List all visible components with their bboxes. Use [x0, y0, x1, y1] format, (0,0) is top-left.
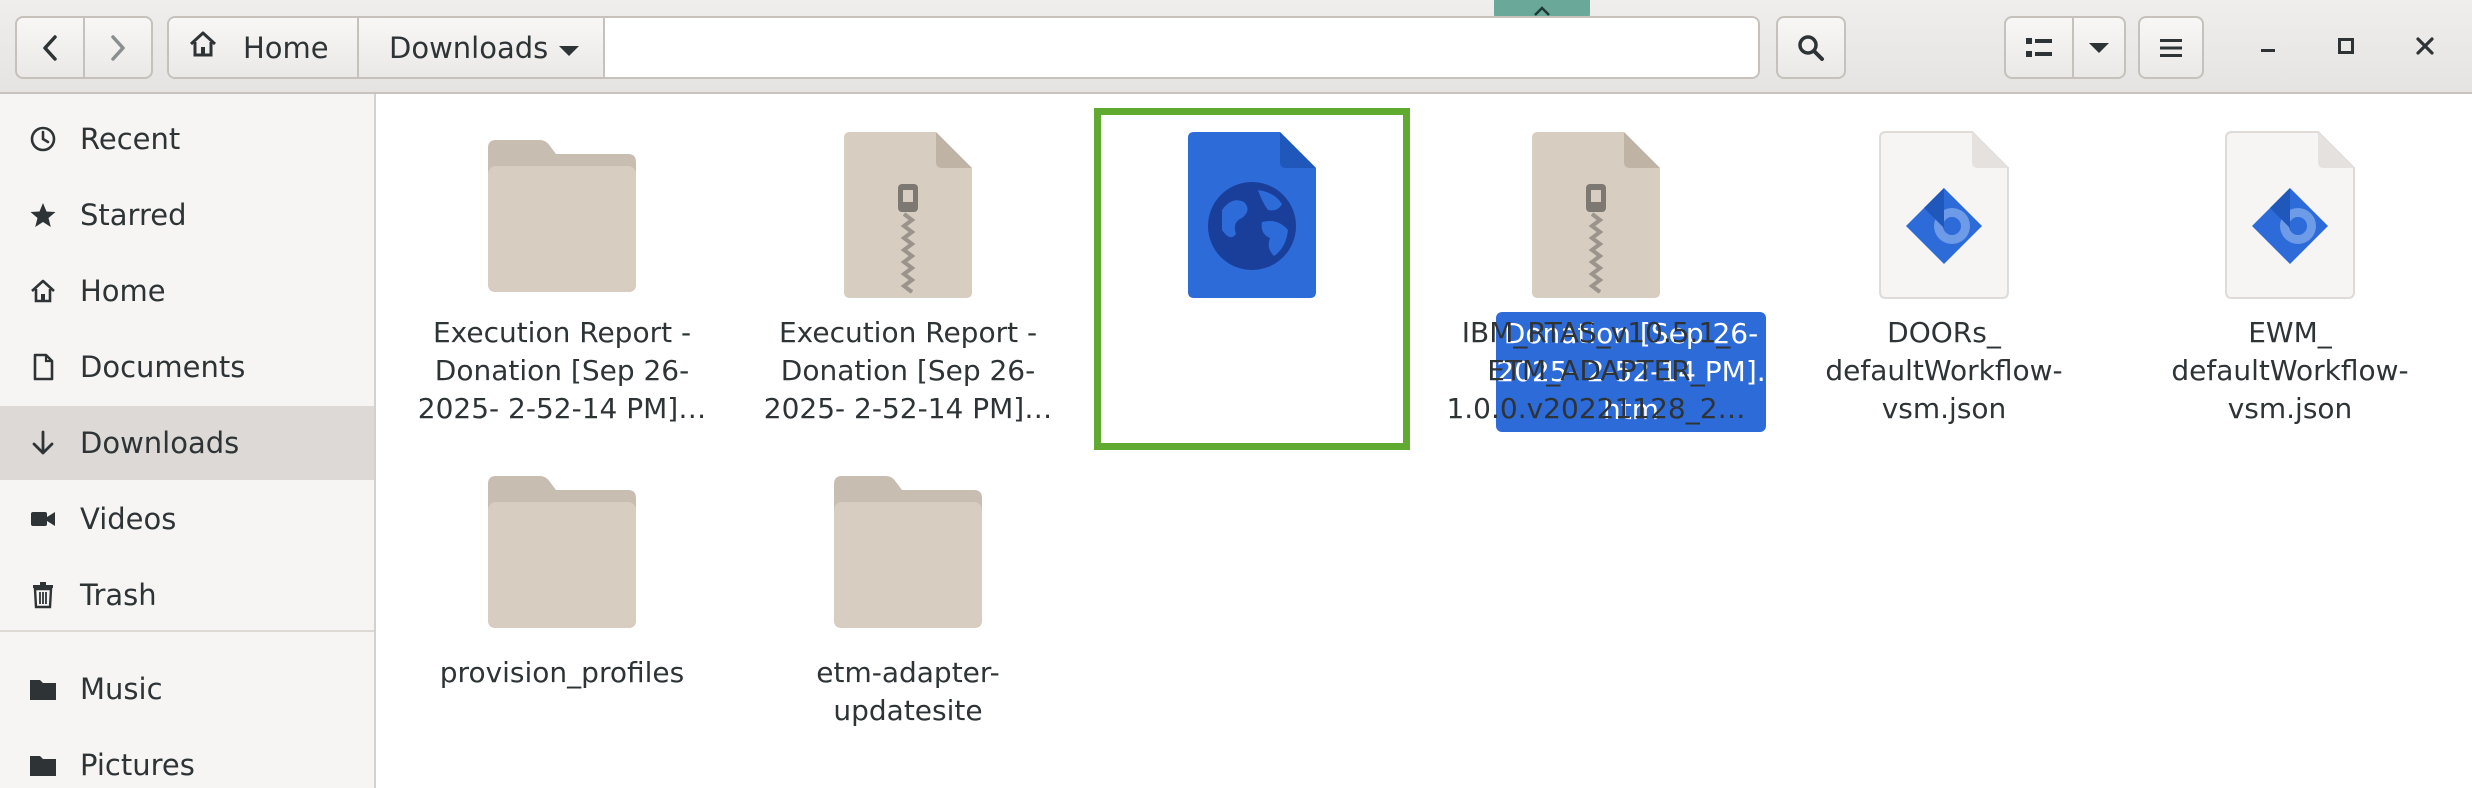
path-bar-empty — [605, 18, 1758, 77]
file-manager-window: Home Downloads Recent Starred Home Docum… — [0, 0, 2472, 788]
sidebar-item-starred[interactable]: Starred — [0, 178, 374, 252]
chevron-down-icon — [2087, 41, 2111, 55]
archive-icon — [758, 130, 1058, 300]
places-sidebar: Recent Starred Home Documents Downloads — [0, 94, 376, 788]
video-icon — [28, 504, 58, 534]
trash-icon — [28, 580, 58, 610]
folder-icon — [28, 750, 58, 780]
breadcrumb-home-label: Home — [243, 30, 329, 65]
sidebar-separator — [0, 630, 374, 632]
file-name: provision_profiles — [439, 656, 685, 689]
sidebar-item-videos[interactable]: Videos — [0, 482, 374, 556]
sidebar-item-label: Trash — [80, 578, 157, 612]
file-item[interactable]: DOORs_ defaultWorkflow-vsm.json — [1794, 94, 2094, 434]
home-icon — [187, 29, 219, 66]
file-name: etm-adapter-updatesite — [816, 656, 1000, 727]
go-forward-icon — [107, 33, 129, 63]
file-name: DOORs_ defaultWorkflow-vsm.json — [1825, 316, 2063, 425]
file-name: Execution Report - Donation [Sep 26- 2025-… — [417, 316, 707, 425]
sidebar-item-home[interactable]: Home — [0, 254, 374, 328]
hamburger-menu-icon — [2158, 36, 2184, 60]
chevron-down-icon[interactable] — [557, 31, 581, 65]
list-view-icon — [2024, 35, 2054, 61]
maximize-icon — [2336, 36, 2356, 60]
breadcrumb-downloads[interactable]: Downloads — [359, 18, 605, 77]
breadcrumb-downloads-label: Downloads — [389, 30, 549, 65]
folder-icon — [412, 134, 712, 294]
sidebar-item-label: Music — [80, 672, 163, 706]
view-options-button[interactable] — [2072, 16, 2126, 79]
folder-icon — [412, 470, 712, 630]
file-name: IBM_RTAS_v10.5.1_ ETM_ADAPTER_ 1.0.0.v2022… — [1446, 316, 1746, 425]
sidebar-item-label: Documents — [80, 350, 246, 384]
sidebar-item-pictures[interactable]: Pictures — [0, 728, 374, 788]
file-item[interactable]: etm-adapter-updatesite — [758, 434, 1058, 754]
forward-button[interactable] — [83, 16, 153, 79]
path-bar: Home Downloads — [167, 16, 1760, 79]
go-back-icon — [39, 33, 61, 63]
breadcrumb-home[interactable]: Home — [169, 18, 359, 77]
file-name: Execution Report - Donation [Sep 26- 2025-… — [763, 316, 1053, 425]
download-icon — [28, 428, 58, 458]
view-mode-button[interactable] — [2004, 16, 2074, 79]
file-item[interactable]: EWM_ defaultWorkflow-vsm.json — [2140, 94, 2440, 434]
sidebar-item-label: Starred — [80, 198, 187, 232]
folder-icon — [28, 674, 58, 704]
sidebar-item-label: Videos — [80, 502, 177, 536]
star-icon — [28, 200, 58, 230]
file-item[interactable]: provision_profiles — [412, 434, 712, 754]
sidebar-item-label: Pictures — [80, 748, 195, 782]
search-icon — [1796, 33, 1826, 63]
maximize-button[interactable] — [2314, 16, 2377, 79]
sidebar-item-label: Recent — [80, 122, 181, 156]
close-button[interactable] — [2393, 16, 2456, 79]
file-item-selected[interactable] — [1102, 94, 1402, 434]
sidebar-item-label: Home — [80, 274, 166, 308]
html-file-icon — [1102, 130, 1402, 300]
json-file-icon — [2140, 130, 2440, 300]
sidebar-item-trash[interactable]: Trash — [0, 558, 374, 632]
file-item[interactable]: Execution Report - Donation [Sep 26- 2025-… — [758, 94, 1058, 434]
sidebar-item-downloads[interactable]: Downloads — [0, 406, 374, 480]
home-icon — [28, 276, 58, 306]
file-name: EWM_ defaultWorkflow-vsm.json — [2171, 316, 2409, 425]
close-icon — [2415, 36, 2435, 60]
folder-icon — [758, 470, 1058, 630]
sidebar-item-music[interactable]: Music — [0, 652, 374, 726]
document-icon — [28, 352, 58, 382]
sidebar-item-recent[interactable]: Recent — [0, 102, 374, 176]
back-button[interactable] — [15, 16, 85, 79]
main-menu-button[interactable] — [2138, 16, 2204, 79]
file-grid: Execution Report - Donation [Sep 26- 2025-… — [378, 94, 2472, 788]
clock-icon — [28, 124, 58, 154]
minimize-icon — [2258, 36, 2278, 60]
sidebar-item-documents[interactable]: Documents — [0, 330, 374, 404]
json-file-icon — [1794, 130, 2094, 300]
search-button[interactable] — [1776, 16, 1846, 79]
sidebar-item-label: Downloads — [80, 426, 240, 460]
minimize-button[interactable] — [2236, 16, 2299, 79]
archive-icon — [1446, 130, 1746, 300]
file-item[interactable]: IBM_RTAS_v10.5.1_ ETM_ADAPTER_ 1.0.0.v2022… — [1446, 94, 1746, 434]
file-item[interactable]: Execution Report - Donation [Sep 26- 2025-… — [412, 94, 712, 434]
header-bar: Home Downloads — [0, 0, 2472, 94]
